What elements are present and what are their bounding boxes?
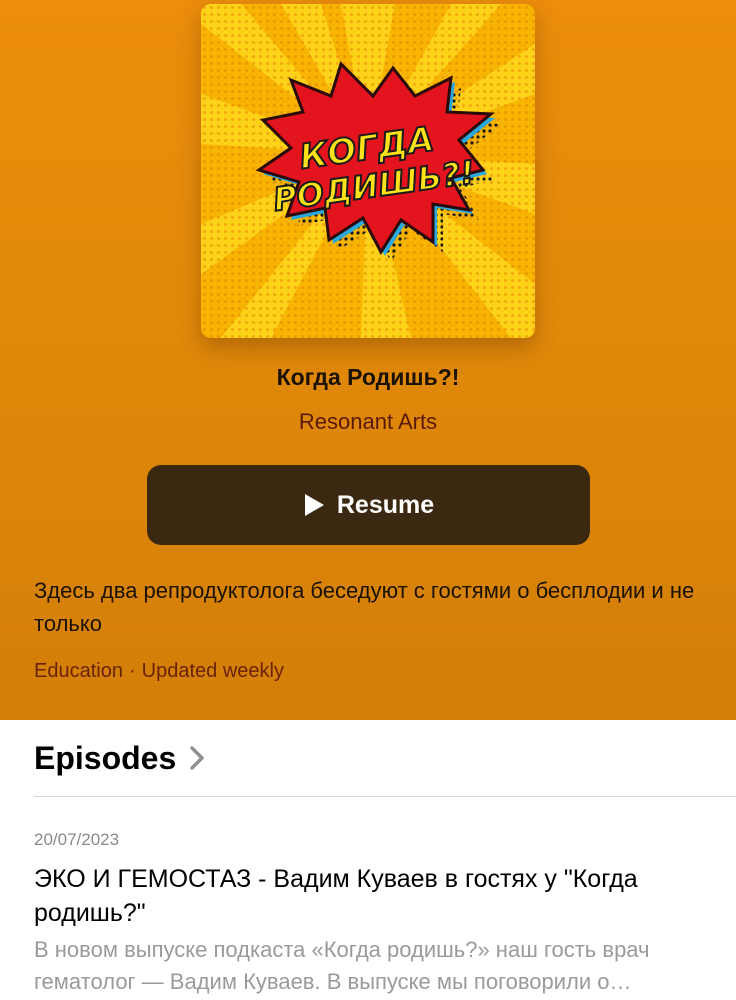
podcast-title: Когда Родишь?! (276, 364, 460, 390)
podcast-artwork: КОГДА РОДИШЬ?! (201, 4, 535, 338)
meta-separator: · (128, 660, 136, 682)
episodes-section-header[interactable]: Episodes (34, 736, 204, 780)
resume-label: Resume (336, 490, 435, 519)
play-icon (303, 493, 325, 517)
episode-date: 20/07/2023 (34, 830, 120, 849)
episodes-title: Episodes (34, 739, 177, 776)
episode-title[interactable]: ЭКО И ГЕМОСТАЗ - Вадим Куваев в гостях у… (34, 862, 714, 930)
podcast-author-link[interactable]: Resonant Arts (0, 409, 736, 435)
podcast-meta: Education · Updated weekly (34, 660, 704, 683)
category-link[interactable]: Education (34, 660, 123, 682)
episode-description: В новом выпуске подкаста «Когда родишь?»… (34, 937, 650, 994)
episode-item[interactable]: 20/07/2023 ЭКО И ГЕМОСТАЗ - Вадим Куваев… (34, 830, 714, 998)
section-divider (34, 796, 736, 797)
podcast-header: КОГДА РОДИШЬ?! Когда Родишь?! Resonant A… (0, 0, 736, 720)
resume-button[interactable]: Resume (147, 465, 590, 545)
update-frequency: Updated weekly (141, 660, 284, 682)
podcast-description: Здесь два репродуктолога беседуют с гост… (34, 578, 695, 636)
chevron-right-icon (190, 746, 204, 770)
